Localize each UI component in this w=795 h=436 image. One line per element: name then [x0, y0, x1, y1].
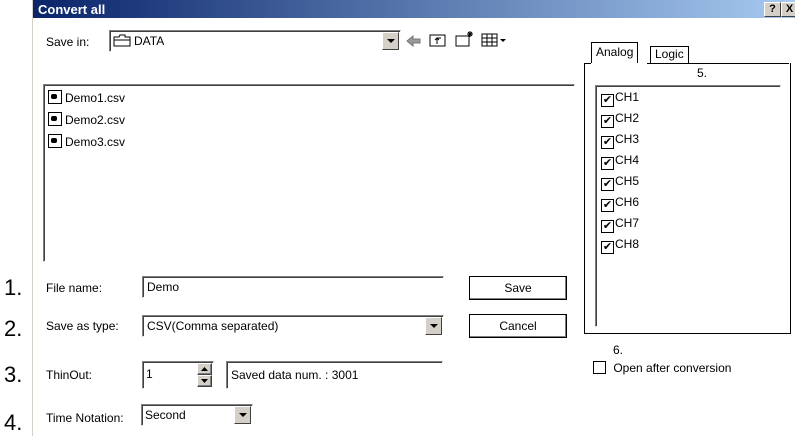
channel-label: CH7 — [615, 216, 640, 230]
tab-analog[interactable]: Analog — [591, 42, 639, 63]
title-bar: Convert all ? X — [33, 0, 795, 18]
tab-line — [647, 63, 789, 64]
channel-label: CH4 — [615, 153, 640, 167]
callout-6: 6. — [613, 343, 624, 357]
view-menu-icon[interactable] — [481, 33, 507, 47]
chevron-down-icon[interactable] — [425, 317, 442, 335]
back-icon[interactable] — [405, 34, 421, 48]
convert-all-dialog: Convert all ? X Save in: DATA Demo1.csv … — [32, 0, 795, 436]
callout-3: 3. — [4, 362, 23, 387]
channel-label: CH3 — [615, 132, 640, 146]
checkbox-checked-icon[interactable]: ✔ — [601, 178, 614, 191]
channel-item-ch5[interactable]: ✔ CH5 — [601, 174, 640, 191]
checkbox-checked-icon[interactable]: ✔ — [601, 220, 614, 233]
list-item[interactable]: Demo1.csv — [48, 90, 125, 106]
channel-item-ch7[interactable]: ✔ CH7 — [601, 216, 640, 233]
channel-label: CH2 — [615, 111, 640, 125]
channel-item-ch6[interactable]: ✔ CH6 — [601, 195, 640, 212]
checkbox-icon[interactable] — [593, 361, 606, 374]
cancel-button[interactable]: Cancel — [469, 314, 567, 338]
channel-item-ch3[interactable]: ✔ CH3 — [601, 132, 640, 149]
channel-item-ch2[interactable]: ✔ CH2 — [601, 111, 640, 128]
checkbox-checked-icon[interactable]: ✔ — [601, 94, 614, 107]
tab-logic[interactable]: Logic — [650, 46, 689, 63]
file-name-label: File name: — [46, 281, 103, 295]
save-as-type-label: Save as type: — [46, 319, 119, 333]
help-button[interactable]: ? — [764, 2, 781, 17]
csv-file-icon — [48, 134, 62, 148]
time-notation-value: Second — [145, 408, 186, 422]
csv-file-icon — [48, 112, 62, 126]
save-in-value: DATA — [134, 34, 165, 48]
save-in-label: Save in: — [46, 35, 90, 49]
file-list[interactable]: Demo1.csv Demo2.csv Demo3.csv — [43, 84, 575, 262]
checkbox-checked-icon[interactable]: ✔ — [601, 157, 614, 170]
open-after-conversion-checkbox[interactable]: Open after conversion — [593, 361, 731, 375]
time-notation-dropdown[interactable]: Second — [141, 404, 253, 426]
saved-data-num-display: Saved data num. : 3001 — [226, 361, 443, 389]
saved-data-num: Saved data num. : 3001 — [231, 368, 359, 382]
folder-icon — [113, 34, 131, 47]
channel-item-ch8[interactable]: ✔ CH8 — [601, 237, 640, 254]
callout-4: 4. — [4, 410, 23, 435]
csv-file-icon — [48, 90, 62, 104]
channel-label: CH6 — [615, 195, 640, 209]
save-in-dropdown[interactable]: DATA — [109, 30, 401, 52]
channel-label: CH5 — [615, 174, 640, 188]
list-item[interactable]: Demo3.csv — [48, 134, 125, 150]
save-button[interactable]: Save — [469, 276, 567, 300]
thin-out-value: 1 — [146, 367, 153, 381]
channel-item-ch4[interactable]: ✔ CH4 — [601, 153, 640, 170]
up-folder-icon[interactable] — [429, 32, 447, 48]
chevron-down-icon[interactable] — [234, 406, 251, 424]
stepper-up-icon[interactable] — [197, 363, 212, 375]
window-title: Convert all — [38, 2, 106, 17]
thin-out-stepper[interactable]: 1 — [142, 361, 214, 389]
close-button[interactable]: X — [781, 2, 795, 17]
channel-label: CH8 — [615, 237, 640, 251]
file-name-field[interactable]: Demo — [142, 276, 444, 298]
file-name: Demo2.csv — [65, 113, 126, 127]
file-name-value: Demo — [147, 280, 180, 294]
checkbox-checked-icon[interactable]: ✔ — [601, 136, 614, 149]
channel-label: CH1 — [615, 90, 640, 104]
callout-2: 2. — [4, 316, 23, 341]
time-notation-label: Time Notation: — [46, 411, 124, 425]
channel-list[interactable]: ✔ CH1 ✔ CH2 ✔ CH3 ✔ CH4 ✔ CH5 ✔ CH6 ✔ CH7 ✔ CH8 — [595, 85, 781, 327]
callout-1: 1. — [4, 275, 23, 300]
stepper-down-icon[interactable] — [197, 375, 212, 387]
file-name: Demo1.csv — [65, 91, 126, 105]
new-folder-icon[interactable] — [455, 30, 475, 48]
checkbox-checked-icon[interactable]: ✔ — [601, 199, 614, 212]
save-as-type-dropdown[interactable]: CSV(Comma separated) — [142, 315, 444, 337]
list-item[interactable]: Demo2.csv — [48, 112, 125, 128]
chevron-down-icon[interactable] — [382, 32, 399, 50]
tab-line — [584, 63, 591, 64]
checkbox-checked-icon[interactable]: ✔ — [601, 115, 614, 128]
channel-item-ch1[interactable]: ✔ CH1 — [601, 90, 640, 107]
checkbox-checked-icon[interactable]: ✔ — [601, 241, 614, 254]
thin-out-label: ThinOut: — [46, 368, 93, 382]
save-as-type-value: CSV(Comma separated) — [147, 319, 279, 333]
open-after-conversion-label: Open after conversion — [613, 361, 732, 375]
file-name: Demo3.csv — [65, 135, 126, 149]
